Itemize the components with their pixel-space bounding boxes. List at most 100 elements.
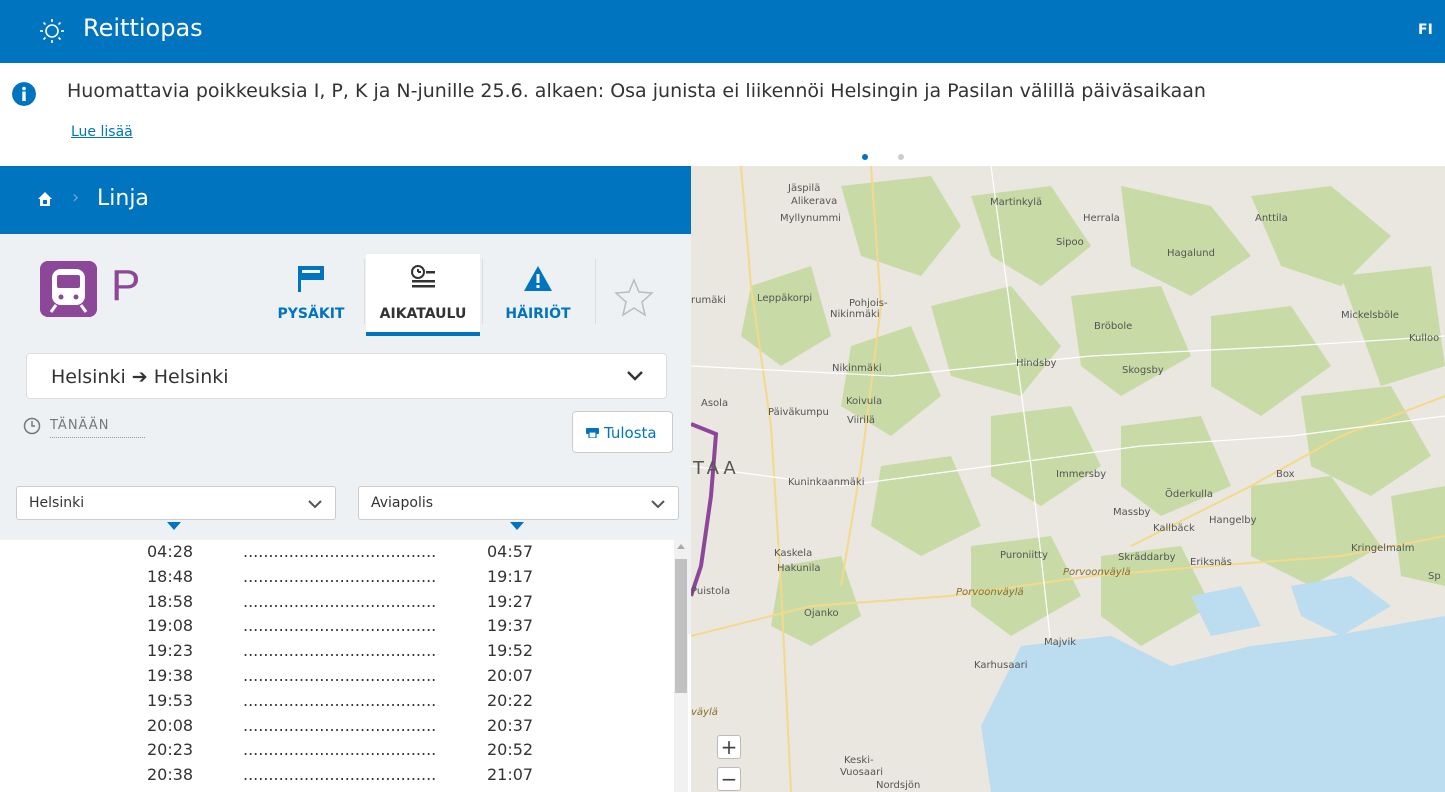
dotted-leader: ...................................... <box>243 765 437 785</box>
map-label: Box <box>1276 469 1295 480</box>
map-label: Puistola <box>691 586 731 597</box>
departure-time: 18:58 <box>147 591 194 611</box>
date-selector[interactable]: TÄNÄÄN <box>50 418 145 438</box>
from-stop-value: Helsinki <box>29 495 85 511</box>
arrival-time: 20:22 <box>487 690 534 710</box>
map-label: Kulloo <box>1409 333 1440 344</box>
map-label: Asola <box>701 398 729 409</box>
dotted-leader: ...................................... <box>243 616 437 636</box>
tab-divider <box>595 259 596 324</box>
map-label: Anttila <box>1255 213 1288 224</box>
print-label: Tulosta <box>604 424 657 442</box>
departure-time: 18:48 <box>147 566 194 586</box>
map-label: Hindsby <box>1016 358 1057 369</box>
map-label: Vuosaari <box>840 767 883 778</box>
arrival-time: 04:57 <box>487 542 534 561</box>
map-label: Karhusaari <box>974 660 1028 671</box>
dotted-leader: ...................................... <box>243 542 437 561</box>
timetable-scrollbar[interactable] <box>674 540 688 792</box>
top-bar: Reittiopas FI <box>0 0 1445 63</box>
carousel-dot[interactable] <box>898 154 904 160</box>
map-label: Viirilä <box>847 415 875 426</box>
map-label: Kringelmalm <box>1351 543 1415 554</box>
tab-timetable-label: AIKATAULU <box>379 306 467 322</box>
timetable-icon <box>411 265 435 288</box>
favorite-star-icon[interactable] <box>612 276 656 320</box>
map-label: Kaskela <box>774 548 813 559</box>
map-label: Puroniitty <box>1000 550 1048 561</box>
map-label: Skogsby <box>1122 365 1164 376</box>
chevron-right-icon: › <box>72 187 80 208</box>
timetable-row: 04:28...................................… <box>0 542 670 567</box>
map-label: Kallbäck <box>1153 523 1195 534</box>
from-stop-select[interactable]: Helsinki <box>16 486 336 520</box>
disruption-notice <box>0 63 1445 166</box>
language-selector[interactable]: FI <box>1418 22 1433 38</box>
info-icon <box>12 82 36 106</box>
tab-disruptions-label: HÄIRIÖT <box>505 306 571 322</box>
map-label: TAA <box>693 458 740 479</box>
map-label: Bröbole <box>1094 321 1133 332</box>
map-label: Martinkylä <box>990 197 1043 208</box>
map-label: Myllynummi <box>780 213 841 224</box>
map-label: Immersby <box>1056 469 1107 480</box>
dotted-leader: ...................................... <box>243 641 437 661</box>
map-label: Skräddarby <box>1118 552 1176 563</box>
map-label: Massby <box>1113 507 1151 518</box>
home-icon[interactable] <box>37 191 53 207</box>
map-label: Mickelsböle <box>1341 310 1399 321</box>
map-label: Eriksnäs <box>1190 557 1232 568</box>
departure-time: 19:08 <box>147 616 194 636</box>
map-label: Nikinmäki <box>832 363 882 374</box>
map-label: Jäspilä <box>788 183 821 194</box>
from-stop-marker <box>167 522 181 530</box>
map-label: Herrala <box>1083 213 1120 224</box>
dotted-leader: ...................................... <box>243 666 437 685</box>
departure-time: 19:38 <box>147 666 194 685</box>
route-panel: › Linja P PYSÄKIT AIKATAULU HÄIRIÖT Hels… <box>0 166 691 792</box>
map-label: Alikerava <box>791 196 838 207</box>
map-label: Sipoo <box>1056 237 1084 248</box>
zoom-in-button[interactable]: + <box>717 735 741 759</box>
dotted-leader: ...................................... <box>243 566 437 586</box>
map[interactable]: Jäspilä Alikerava Myllynummi Martinkylä … <box>691 166 1445 792</box>
map-label: Porvoonväylä <box>1063 567 1131 578</box>
arrival-time: 19:37 <box>487 616 534 636</box>
carousel-dot-active[interactable] <box>862 154 868 160</box>
zoom-out-button[interactable]: − <box>717 767 741 791</box>
direction-select[interactable]: Helsinki ➔ Helsinki <box>26 353 667 399</box>
read-more-link[interactable]: Lue lisää <box>71 124 133 140</box>
tab-disruptions[interactable]: HÄIRIÖT <box>484 254 592 336</box>
print-button[interactable]: Tulosta <box>572 411 673 453</box>
map-label: Keski- <box>844 755 874 766</box>
departure-time: 19:23 <box>147 641 194 661</box>
reittiopas-logo-icon <box>40 19 64 43</box>
map-label: Koivula <box>846 396 883 407</box>
timetable-row: 19:38...................................… <box>0 666 670 691</box>
timetable-row: 19:23...................................… <box>0 641 670 666</box>
tab-stops[interactable]: PYSÄKIT <box>260 254 362 336</box>
chevron-down-icon <box>651 500 665 509</box>
timetable-row: 20:38...................................… <box>0 765 670 790</box>
brand-name[interactable]: Reittiopas <box>83 14 203 42</box>
chevron-down-icon <box>627 371 643 381</box>
scroll-thumb[interactable] <box>675 559 687 693</box>
scroll-up-arrow-icon[interactable] <box>677 544 685 549</box>
timetable-list: 04:28...................................… <box>0 540 680 792</box>
to-stop-select[interactable]: Aviapolis <box>358 486 679 520</box>
map-label: Hangelby <box>1209 515 1257 526</box>
departure-time: 20:38 <box>147 765 194 785</box>
tab-timetable[interactable]: AIKATAULU <box>366 254 480 336</box>
map-label: Kuninkaanmäki <box>788 477 865 488</box>
arrival-time: 20:52 <box>487 740 534 760</box>
map-label: Leppäkorpi <box>757 293 813 304</box>
direction-value: Helsinki ➔ Helsinki <box>51 366 229 388</box>
timetable-row: 19:53...................................… <box>0 691 670 716</box>
dotted-leader: ...................................... <box>243 740 437 760</box>
route-number: P <box>111 261 141 310</box>
dotted-leader: ...................................... <box>243 591 437 611</box>
map-label: rumäki <box>691 295 726 306</box>
arrival-time: 20:07 <box>487 666 534 685</box>
stop-sign-icon <box>298 266 324 292</box>
timetable-row: 20:08...................................… <box>0 716 670 741</box>
